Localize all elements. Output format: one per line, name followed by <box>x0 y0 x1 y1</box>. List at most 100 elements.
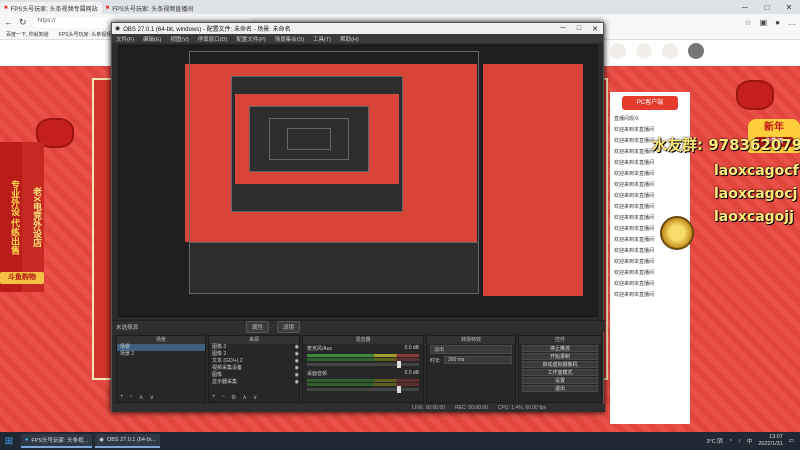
back-icon[interactable]: ← <box>4 17 13 27</box>
live-timer: LIVE: 00:00:00 <box>412 405 446 411</box>
visibility-eye-icon[interactable]: ◉ <box>295 344 299 351</box>
up-icon[interactable]: ∧ <box>139 394 143 401</box>
remove-icon[interactable]: − <box>222 394 226 401</box>
source-toolbar: 未选择源 属性 滤镜 <box>112 320 605 333</box>
minimize-icon[interactable]: ─ <box>734 3 756 12</box>
notification-icon[interactable]: ▭ <box>789 438 794 444</box>
source-item[interactable]: 图像 ◉ <box>209 372 299 379</box>
obs-menu-item[interactable]: 帮助(H) <box>340 35 359 43</box>
obs-preview[interactable] <box>118 45 598 317</box>
desktop: { "browser": { "tabs": [ {"label": "FPS头… <box>0 0 800 450</box>
clock[interactable]: 13:07 2022/1/31 <box>758 434 782 448</box>
obs-menu-item[interactable]: 文件(F) <box>116 35 134 43</box>
promo-tag[interactable]: 斗鱼购物 <box>0 272 44 284</box>
chat-message: 欢迎来到本直播间 <box>614 259 655 265</box>
volume-slider[interactable] <box>307 386 419 393</box>
slider-knob[interactable] <box>397 361 401 368</box>
favorites-icon[interactable]: ☆ <box>744 18 751 27</box>
obs-titlebar: ◉ OBS 27.0.1 (64-bit, windows) - 配置文件: 未… <box>112 23 603 34</box>
windows-start-icon[interactable]: ⊞ <box>0 436 18 447</box>
add-icon[interactable]: + <box>212 394 216 401</box>
obs-menu-item[interactable]: 停靠窗口(D) <box>198 35 228 43</box>
visibility-eye-icon[interactable]: ◉ <box>295 372 299 379</box>
collections-icon[interactable]: ▣ <box>760 18 768 27</box>
mixer-header: 混音器 <box>303 336 423 344</box>
minimize-icon[interactable]: ─ <box>555 25 571 33</box>
down-icon[interactable]: ∨ <box>149 394 153 401</box>
properties-button[interactable]: 属性 <box>246 320 270 333</box>
control-button[interactable]: 工作室模式 <box>522 369 598 376</box>
ime-indicator[interactable]: 中 <box>747 437 753 445</box>
control-button[interactable]: 启动虚拟摄像机 <box>522 361 598 368</box>
taskbar-item-obs[interactable]: ◉ OBS 27.0.1 (64-bi... <box>95 434 160 448</box>
visibility-eye-icon[interactable]: ◉ <box>295 358 299 365</box>
overlay-line: laoxcagocf <box>714 163 799 179</box>
avatar[interactable] <box>688 43 704 59</box>
taskbar-item-browser[interactable]: ● FPS头号玩家: 头条视... <box>21 434 93 448</box>
add-icon[interactable]: + <box>120 394 124 401</box>
source-label: 显示器采集 <box>212 379 238 385</box>
volume-meter <box>307 383 419 386</box>
source-label: 文本 (GDI+) 2 <box>212 358 243 364</box>
browser-tab-1[interactable]: ■ FPS头号玩家: 头条视频专属网站 <box>0 2 102 14</box>
bookmark-item[interactable]: 百度一下, 你就知道 <box>6 31 49 38</box>
control-button[interactable]: 开始录制 <box>522 353 598 360</box>
source-item[interactable]: 视频采集设备 ◉ <box>209 365 299 372</box>
gear-icon[interactable]: ⚙ <box>231 394 236 401</box>
profile-icon[interactable]: ● <box>775 18 780 27</box>
nested-obs-docks <box>189 242 479 294</box>
pc-client-button[interactable]: PC客户端 <box>622 96 678 110</box>
sources-dock: 来源 图像 3 ◉ 图像 2 ◉ 文本 (GDI+) 2 ◉ 视频采集设备 ◉ 图像 ◉ 显示器采集… <box>208 335 300 403</box>
volume-slider[interactable] <box>307 361 419 368</box>
slider-knob[interactable] <box>397 386 401 393</box>
close-icon[interactable]: ✕ <box>778 3 800 12</box>
remove-icon[interactable]: − <box>130 394 134 401</box>
overlay-qq-group: 水友群: 978362079 <box>652 136 800 154</box>
obs-menu-item[interactable]: 配置文件(P) <box>236 35 265 43</box>
source-item[interactable]: 图像 2 ◉ <box>209 351 299 358</box>
nested-obs-window-5 <box>287 128 331 150</box>
download-icon[interactable] <box>636 43 652 59</box>
chat-message: 欢迎来到本直播间 <box>614 182 655 188</box>
obs-menu-item[interactable]: 编辑(E) <box>143 35 161 43</box>
scene-item[interactable]: 场景 2 <box>117 351 205 358</box>
control-button[interactable]: 停止推流 <box>522 345 598 352</box>
visibility-eye-icon[interactable]: ◉ <box>295 379 299 386</box>
duration-label: 时长 <box>430 357 441 364</box>
more-icon[interactable]: … <box>788 18 796 27</box>
transitions-header: 转场特效 <box>427 336 515 344</box>
obs-menubar: 文件(F) 编辑(E) 视图(V) 停靠窗口(D) 配置文件(P) 场景集合(S) 工具(T… <box>112 34 603 43</box>
source-item[interactable]: 显示器采集 ◉ <box>209 379 299 386</box>
visibility-eye-icon[interactable]: ◉ <box>295 351 299 358</box>
controls-header: 控件 <box>519 336 601 344</box>
volume-icon[interactable]: ♪ <box>738 438 741 444</box>
obs-menu-item[interactable]: 视图(V) <box>170 35 188 43</box>
rec-timer: REC: 00:00:00 <box>455 405 488 411</box>
no-source-label: 未选择源 <box>116 324 139 331</box>
filters-button[interactable]: 滤镜 <box>277 320 301 333</box>
source-item[interactable]: 文本 (GDI+) 2 ◉ <box>209 358 299 365</box>
network-icon[interactable]: ◔ <box>729 438 732 444</box>
transition-select[interactable]: 淡出 <box>430 345 512 354</box>
up-icon[interactable]: ∧ <box>242 394 246 401</box>
refresh-icon[interactable]: ↻ <box>19 17 27 28</box>
down-icon[interactable]: ∨ <box>253 394 257 401</box>
control-button[interactable]: 退出 <box>522 385 598 392</box>
promo-banner: 专业外设 代练出售 <box>0 142 22 292</box>
mixer-channel: 麦克风/Aux 0.0 dB <box>303 344 423 353</box>
source-label: 图像 2 <box>212 351 227 357</box>
gift-icon[interactable] <box>662 43 678 59</box>
source-item[interactable]: 图像 3 ◉ <box>209 344 299 351</box>
maximize-icon[interactable]: □ <box>756 3 778 12</box>
history-icon[interactable] <box>610 43 626 59</box>
obs-menu-item[interactable]: 场景集合(S) <box>275 35 304 43</box>
scene-item[interactable]: 场景 <box>117 344 205 351</box>
close-icon[interactable]: ✕ <box>587 25 603 33</box>
control-button[interactable]: 设置 <box>522 377 598 384</box>
visibility-eye-icon[interactable]: ◉ <box>295 365 299 372</box>
obs-menu-item[interactable]: 工具(T) <box>313 35 331 43</box>
maximize-icon[interactable]: □ <box>571 25 587 33</box>
duration-input[interactable]: 300 ms <box>444 356 512 364</box>
browser-tab-2[interactable]: ■ FPS头号玩家: 头条视频直播间 <box>102 2 198 14</box>
weather-widget[interactable]: 3°C 阴 <box>706 437 722 445</box>
